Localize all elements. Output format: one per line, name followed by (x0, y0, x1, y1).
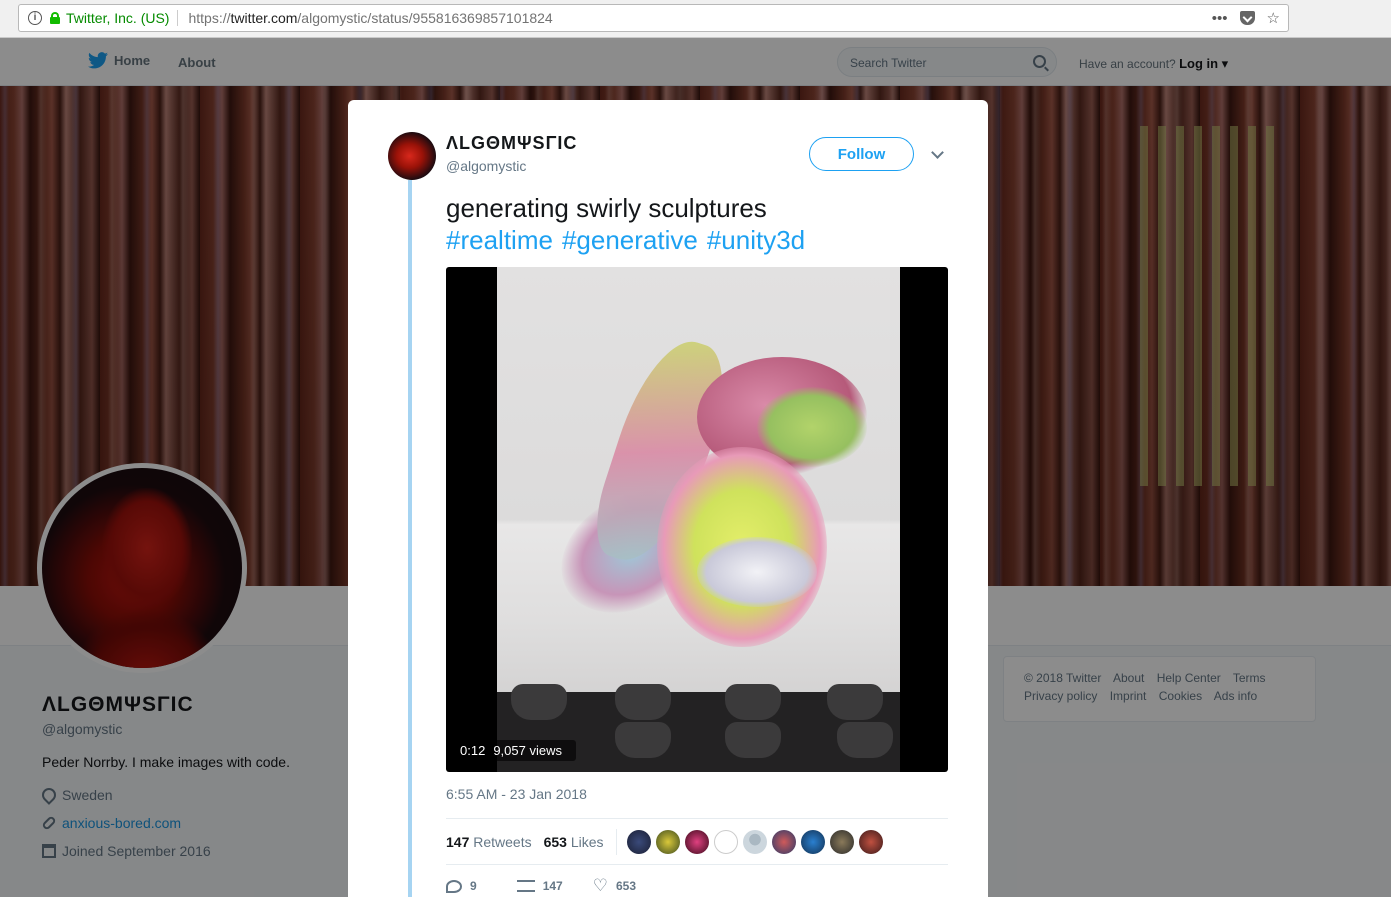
liker-avatar[interactable] (713, 829, 738, 854)
liker-avatar[interactable] (626, 829, 651, 854)
tweet-author-handle[interactable]: @algomystic (446, 158, 526, 174)
retweet-button[interactable]: 147 (516, 879, 563, 893)
video-views: 9,057 views (493, 743, 562, 758)
url-actions: ••• ☆ (1212, 9, 1280, 28)
liker-avatar[interactable] (655, 829, 680, 854)
more-actions-icon[interactable]: ••• (1212, 10, 1228, 27)
tweet-hashtags: #realtime #generative #unity3d (446, 224, 814, 256)
video-frame (497, 267, 900, 772)
tweet-modal: ΛLGΘMΨSΓIC @algomystic Follow generating… (348, 100, 988, 897)
retweets-stat[interactable]: 147 Retweets (446, 834, 532, 850)
knob (725, 684, 781, 720)
url-path: /algomystic/status/955816369857101824 (297, 10, 553, 26)
retweets-count: 147 (446, 833, 470, 850)
tweet-stats: 147 Retweets 653 Likes (446, 818, 948, 865)
url-bar[interactable]: i Twitter, Inc. (US) https://twitter.com… (18, 4, 1289, 32)
url-domain: twitter.com (230, 10, 298, 26)
tweet-author-avatar[interactable] (388, 132, 436, 180)
tweet-video-player[interactable]: 0:12 9,057 views (446, 267, 948, 772)
reply-button[interactable]: 9 (446, 879, 477, 893)
like-count: 653 (615, 879, 636, 893)
lock-icon[interactable] (50, 12, 60, 24)
tweet-author-name[interactable]: ΛLGΘMΨSΓIC (446, 133, 577, 154)
knob (837, 722, 893, 758)
knob (615, 684, 671, 720)
retweets-label: Retweets (473, 833, 532, 850)
liker-avatar[interactable] (684, 829, 709, 854)
url-prefix: https:// (188, 10, 231, 26)
liker-avatar[interactable] (829, 829, 854, 854)
like-button[interactable]: ♡ 653 (592, 876, 636, 895)
likes-label: Likes (570, 833, 604, 850)
tweet-text: generating swirly sculptures (446, 193, 767, 223)
likes-count: 653 (543, 833, 567, 850)
info-icon[interactable]: i (28, 11, 42, 25)
knob (615, 722, 671, 758)
hashtag-link[interactable]: #unity3d (707, 225, 805, 255)
liker-avatar[interactable] (742, 829, 767, 854)
liker-avatar[interactable] (800, 829, 825, 854)
liker-avatar[interactable] (771, 829, 796, 854)
knob (725, 722, 781, 758)
thread-line (408, 180, 412, 897)
bookmark-star-icon[interactable]: ☆ (1267, 9, 1280, 27)
reply-count: 9 (470, 879, 477, 893)
retweet-count: 147 (542, 879, 563, 893)
liker-avatar[interactable] (858, 829, 883, 854)
video-duration: 0:12 (460, 743, 486, 758)
heart-icon: ♡ (592, 876, 608, 895)
stats-divider (615, 828, 617, 855)
chevron-down-icon[interactable] (931, 146, 944, 159)
knob (827, 684, 883, 720)
hashtag-link[interactable]: #generative (562, 225, 698, 255)
knob (511, 684, 567, 720)
retweet-icon (516, 880, 535, 892)
likes-stat[interactable]: 653 Likes (544, 834, 604, 850)
browser-toolbar: i Twitter, Inc. (US) https://twitter.com… (0, 0, 1391, 38)
reply-icon (446, 879, 462, 893)
tweet-actions: 9 147 ♡ 653 (446, 876, 636, 895)
video-info-badge: 0:12 9,057 views (454, 740, 576, 761)
hashtag-link[interactable]: #realtime (446, 225, 553, 255)
pocket-icon[interactable] (1239, 11, 1255, 25)
site-identity[interactable]: Twitter, Inc. (US) (66, 10, 179, 26)
sculpture-shape (697, 537, 817, 607)
url-text[interactable]: https://twitter.com/algomystic/status/95… (188, 10, 552, 26)
tweet-timestamp[interactable]: 6:55 AM - 23 Jan 2018 (446, 786, 587, 802)
liker-avatars (626, 829, 883, 854)
follow-button[interactable]: Follow (809, 137, 914, 171)
